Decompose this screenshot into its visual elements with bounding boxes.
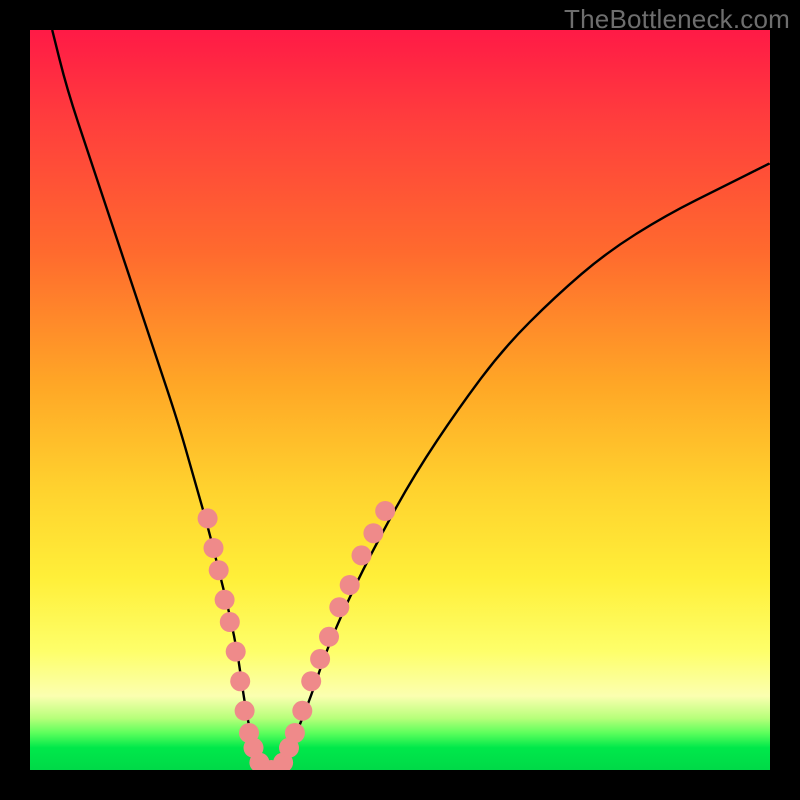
curve-marker <box>230 671 250 691</box>
curve-marker <box>375 501 395 521</box>
curve-marker <box>285 723 305 743</box>
curve-markers <box>198 501 396 770</box>
curve-marker <box>209 560 229 580</box>
curve-marker <box>204 538 224 558</box>
curve-marker <box>340 575 360 595</box>
curve-marker <box>220 612 240 632</box>
curve-marker <box>226 642 246 662</box>
curve-overlay <box>30 30 770 770</box>
curve-marker <box>310 649 330 669</box>
curve-marker <box>235 701 255 721</box>
curve-marker <box>329 597 349 617</box>
curve-marker <box>363 523 383 543</box>
chart-frame: TheBottleneck.com <box>0 0 800 800</box>
curve-marker <box>319 627 339 647</box>
bottleneck-curve <box>52 30 770 770</box>
plot-area <box>30 30 770 770</box>
curve-marker <box>292 701 312 721</box>
watermark-text: TheBottleneck.com <box>564 4 790 35</box>
curve-marker <box>215 590 235 610</box>
curve-marker <box>198 508 218 528</box>
curve-marker <box>352 545 372 565</box>
curve-marker <box>301 671 321 691</box>
